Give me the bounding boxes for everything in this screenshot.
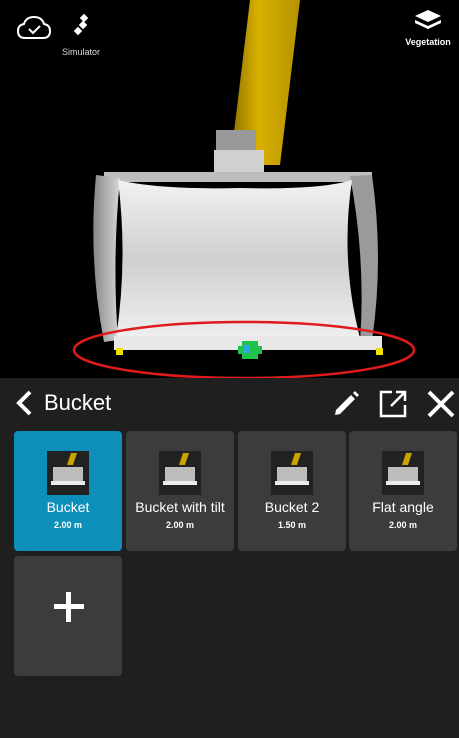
- open-external-icon[interactable]: [376, 387, 410, 421]
- simulator-label: Simulator: [62, 47, 101, 57]
- bucket-name: Flat angle: [372, 499, 434, 515]
- bucket-panel: Bucket Bucket 2.00 m Bucket with tilt 2.00 …: [0, 378, 459, 738]
- bucket-name: Bucket with tilt: [135, 499, 225, 515]
- left-edge-point: [116, 348, 123, 355]
- panel-title: Bucket: [44, 390, 112, 415]
- bucket-thumbnail-icon: [382, 451, 424, 495]
- layer-label: Vegetation: [405, 37, 451, 47]
- bucket-body: [116, 180, 360, 338]
- bucket-name: Bucket: [46, 499, 90, 515]
- bucket-top-rim: [104, 172, 372, 182]
- close-icon[interactable]: [424, 387, 458, 421]
- bucket-thumbnail-icon: [159, 451, 201, 495]
- add-bucket-button[interactable]: [14, 556, 122, 676]
- layers-icon: [415, 10, 441, 29]
- bucket-thumbnail-icon: [47, 451, 89, 495]
- satellite-icon[interactable]: [72, 14, 94, 36]
- chevron-left-icon[interactable]: [10, 388, 40, 418]
- bucket-card[interactable]: Bucket 2.00 m: [14, 431, 122, 551]
- bucket-width: 2.00 m: [165, 520, 195, 530]
- panel-header: Bucket: [0, 378, 459, 428]
- pencil-icon[interactable]: [330, 388, 362, 420]
- bucket-width: 2.00 m: [53, 520, 83, 530]
- bucket-card[interactable]: Bucket with tilt 2.00 m: [126, 431, 234, 551]
- cloud-check-icon[interactable]: [16, 14, 52, 42]
- bucket-left-side: [93, 175, 120, 342]
- bucket-card[interactable]: Bucket 2 1.50 m: [238, 431, 346, 551]
- layer-toggle[interactable]: Vegetation: [399, 8, 457, 48]
- bucket-3d-view[interactable]: Simulator Vegetation: [0, 0, 459, 378]
- bucket-thumbnail-icon: [271, 451, 313, 495]
- coupler-top: [216, 130, 256, 150]
- bucket-width: 2.00 m: [388, 520, 418, 530]
- bucket-width: 1.50 m: [277, 520, 307, 530]
- plus-icon: [54, 592, 84, 622]
- coupler: [214, 150, 264, 172]
- bucket-name: Bucket 2: [264, 499, 320, 515]
- right-edge-point: [376, 348, 383, 355]
- bucket-card[interactable]: Flat angle 2.00 m: [349, 431, 457, 551]
